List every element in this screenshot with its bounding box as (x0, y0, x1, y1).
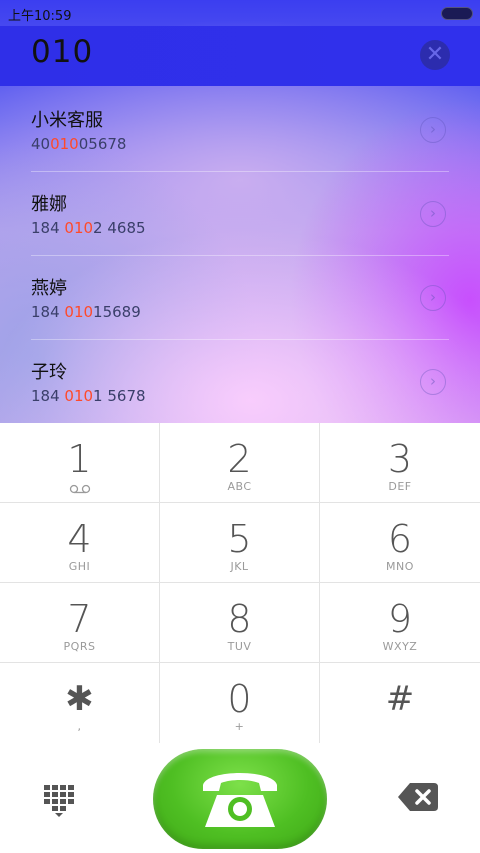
dialpad-grid-icon[interactable] (44, 785, 74, 817)
key-letters: TUV (227, 640, 252, 653)
key-digit: 3 (387, 437, 413, 481)
key-letters: WXYZ (382, 640, 418, 653)
key-letters: PQRS (63, 640, 96, 653)
clear-icon[interactable]: ✕ (420, 40, 450, 70)
chevron-right-icon[interactable]: › (420, 285, 446, 311)
contact-number: 184 0102 4685 (31, 219, 146, 237)
key-star[interactable]: ✱ , (0, 663, 160, 743)
backspace-icon[interactable] (398, 783, 438, 811)
contact-name: 燕婷 (31, 278, 67, 299)
key-letters: DEF (388, 480, 412, 493)
key-6[interactable]: 6 MNO (320, 503, 480, 583)
key-9[interactable]: 9 WXYZ (320, 583, 480, 663)
contact-name: 雅娜 (31, 194, 67, 215)
key-letters: GHI (68, 560, 91, 573)
key-letters: JKL (230, 560, 249, 573)
key-letters: , (77, 720, 82, 733)
key-digit: ✱ (65, 679, 94, 719)
key-3[interactable]: 3 DEF (320, 423, 480, 503)
key-letters: ABC (227, 480, 252, 493)
key-2[interactable]: 2 ABC (160, 423, 320, 503)
number-match: 010 (64, 219, 94, 237)
key-digit: 7 (67, 597, 92, 641)
contact-name: 子玲 (31, 362, 67, 383)
call-button[interactable] (153, 749, 327, 849)
key-0[interactable]: 0 + (160, 663, 320, 743)
voicemail-icon (69, 484, 90, 494)
contact-name: 小米客服 (31, 110, 103, 131)
key-digit: 8 (227, 597, 252, 641)
key-hash[interactable]: # (320, 663, 480, 743)
status-time: 上午10:59 (8, 9, 72, 24)
dialed-number-bar: 010 ✕ (0, 26, 480, 86)
status-bar: 上午10:59 (0, 0, 480, 26)
battery-icon (441, 7, 473, 20)
key-digit: 0 (227, 677, 252, 721)
key-digit: 4 (67, 517, 92, 561)
result-row[interactable]: 雅娜 184 0102 4685 › (0, 172, 480, 256)
key-digit: 9 (387, 597, 413, 641)
telephone-icon (203, 773, 277, 827)
key-7[interactable]: 7 PQRS (0, 583, 160, 663)
key-digit: 5 (227, 517, 252, 561)
chevron-right-icon[interactable]: › (420, 117, 446, 143)
chevron-right-icon[interactable]: › (420, 201, 446, 227)
result-row[interactable]: 燕婷 184 01015689 › (0, 256, 480, 340)
key-digit: 1 (67, 437, 92, 481)
chevron-right-icon[interactable]: › (420, 369, 446, 395)
contact-number: 184 01015689 (31, 303, 141, 321)
number-match: 010 (64, 387, 94, 405)
contact-number: 4001005678 (31, 135, 127, 153)
key-8[interactable]: 8 TUV (160, 583, 320, 663)
action-bar (0, 745, 480, 853)
key-1[interactable]: 1 (0, 423, 160, 503)
dialed-number: 010 (31, 34, 94, 70)
number-match: 010 (64, 303, 94, 321)
contact-number: 184 0101 5678 (31, 387, 146, 405)
key-digit: # (385, 679, 415, 719)
search-results-list: 小米客服 4001005678 › 雅娜 184 0102 4685 › 燕婷 … (0, 88, 480, 423)
contact-search-area: 上午10:59 010 ✕ 小米客服 4001005678 › 雅娜 184 0… (0, 0, 480, 423)
number-match: 010 (50, 135, 79, 153)
key-digit: 6 (387, 517, 413, 561)
result-row[interactable]: 小米客服 4001005678 › (0, 88, 480, 172)
key-5[interactable]: 5 JKL (160, 503, 320, 583)
result-row[interactable]: 子玲 184 0101 5678 › (0, 340, 480, 423)
key-digit: 2 (227, 437, 252, 481)
key-letters: + (234, 720, 245, 733)
dial-keypad: 1 2 ABC 3 DEF 4 GHI 5 JKL 6 MNO 7 PQRS 8… (0, 423, 480, 745)
key-4[interactable]: 4 GHI (0, 503, 160, 583)
key-letters: MNO (386, 560, 414, 573)
